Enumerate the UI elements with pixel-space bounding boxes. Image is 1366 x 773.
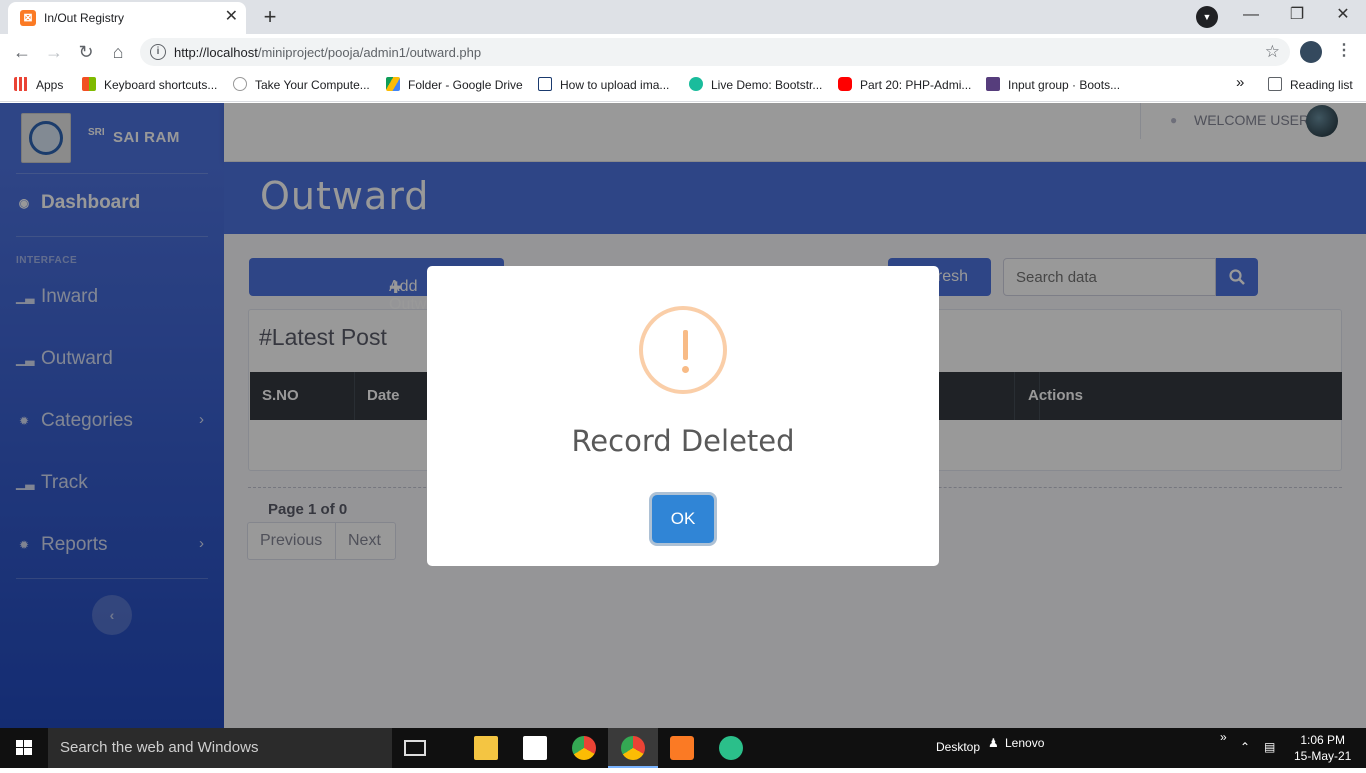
chevron-up-icon[interactable]: ⌃ — [1240, 740, 1250, 754]
bookmark-item[interactable]: Input group · Boots... — [986, 77, 1120, 92]
alert-modal: Record Deleted OK — [427, 266, 939, 566]
clock[interactable]: 1:06 PM 15-May-21 — [1294, 732, 1351, 764]
info-icon[interactable]: i — [150, 44, 166, 60]
taskbar-search[interactable]: Search the web and Windows — [48, 728, 392, 768]
browser-toolbar: ← → ↻ ⌂ i http://localhost/miniproject/p… — [0, 34, 1366, 70]
site-icon — [233, 77, 247, 91]
bootstrap-icon — [986, 77, 1000, 91]
browser-tab[interactable]: ⊠ In/Out Registry ✕ — [8, 2, 246, 34]
overflow-icon[interactable]: » — [1220, 730, 1227, 744]
site-icon — [538, 77, 552, 91]
xampp-icon: ⊠ — [20, 10, 36, 26]
user-label[interactable]: Lenovo — [1005, 736, 1044, 750]
address-bar[interactable]: i http://localhost/miniproject/pooja/adm… — [140, 38, 1290, 66]
new-tab-button[interactable]: + — [256, 4, 284, 30]
reading-list-button[interactable]: Reading list — [1268, 77, 1353, 92]
browser-tab-bar: ⊠ In/Out Registry ✕ + ▼ — ❐ ✕ — [0, 0, 1366, 34]
ok-button[interactable]: OK — [652, 495, 714, 543]
xampp-icon[interactable] — [670, 736, 694, 760]
windows-icon — [16, 740, 32, 755]
restore-icon[interactable]: ❐ — [1274, 4, 1320, 26]
tutorial-site-icon — [689, 77, 703, 91]
forward-icon[interactable]: → — [42, 41, 66, 63]
microsoft-icon — [82, 77, 96, 91]
modal-title: Record Deleted — [571, 424, 795, 458]
notification-icon[interactable]: ▤ — [1264, 740, 1275, 754]
back-icon[interactable]: ← — [10, 41, 34, 63]
bookmark-item[interactable]: Folder - Google Drive — [386, 77, 523, 92]
tab-title: In/Out Registry — [44, 11, 125, 25]
bookmark-star-icon[interactable]: ☆ — [1265, 42, 1280, 62]
bookmark-item[interactable]: Take Your Compute... — [233, 77, 370, 92]
atom-icon[interactable] — [719, 736, 743, 760]
google-drive-icon — [386, 77, 400, 91]
profile-avatar[interactable] — [1300, 41, 1322, 63]
bookmark-item[interactable]: How to upload ima... — [538, 77, 669, 92]
warning-icon — [639, 306, 727, 394]
chrome-icon[interactable] — [572, 736, 596, 760]
reading-list-icon — [1268, 77, 1282, 91]
bookmark-apps[interactable]: Apps — [14, 77, 63, 92]
bookmark-item[interactable]: Keyboard shortcuts... — [82, 77, 217, 92]
more-bookmarks-icon[interactable]: » — [1236, 74, 1244, 91]
tab-search-icon[interactable]: ▼ — [1196, 6, 1218, 28]
store-icon[interactable] — [523, 736, 547, 760]
windows-taskbar: Search the web and Windows Desktop ♟ Len… — [0, 728, 1366, 768]
bookmark-item[interactable]: Part 20: PHP-Admi... — [838, 77, 971, 92]
chrome-icon[interactable] — [621, 736, 645, 760]
user-icon: ♟ — [988, 736, 999, 750]
window-close-icon[interactable]: ✕ — [1320, 4, 1366, 26]
bookmark-item[interactable]: Live Demo: Bootstr... — [689, 77, 822, 92]
start-button[interactable] — [0, 728, 48, 768]
apps-grid-icon — [14, 77, 28, 91]
bookmarks-bar: Apps Keyboard shortcuts... Take Your Com… — [0, 70, 1366, 102]
task-view-icon[interactable] — [404, 740, 426, 756]
file-explorer-icon[interactable] — [474, 736, 498, 760]
close-icon[interactable]: ✕ — [225, 8, 238, 26]
home-icon[interactable]: ⌂ — [106, 41, 130, 63]
desktop-label[interactable]: Desktop — [936, 740, 980, 754]
menu-icon[interactable]: ⋮ — [1336, 40, 1352, 60]
youtube-icon — [838, 77, 852, 91]
minimize-icon[interactable]: — — [1228, 4, 1274, 26]
url-text: http://localhost/miniproject/pooja/admin… — [174, 45, 482, 60]
reload-icon[interactable]: ↻ — [74, 41, 98, 63]
